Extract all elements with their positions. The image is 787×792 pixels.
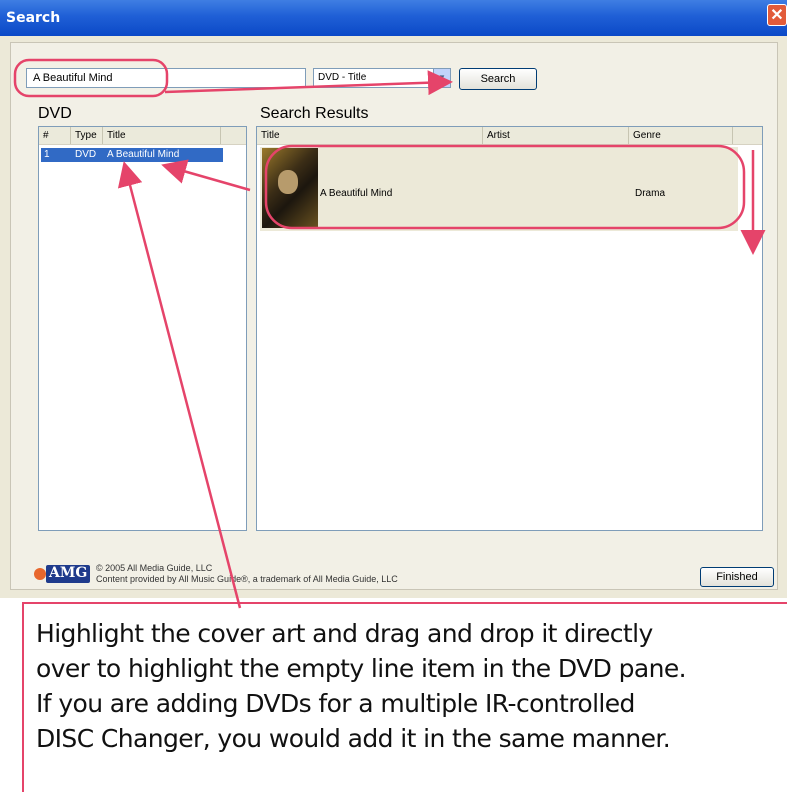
result-row-highlight: [264, 144, 746, 230]
search-input-highlight: [13, 58, 169, 98]
arrow-from-caption: [117, 161, 242, 609]
annotation-overlay: [13, 58, 766, 609]
arrow-to-search-button: [164, 70, 453, 96]
arrow-to-dvd-row: [161, 159, 251, 192]
